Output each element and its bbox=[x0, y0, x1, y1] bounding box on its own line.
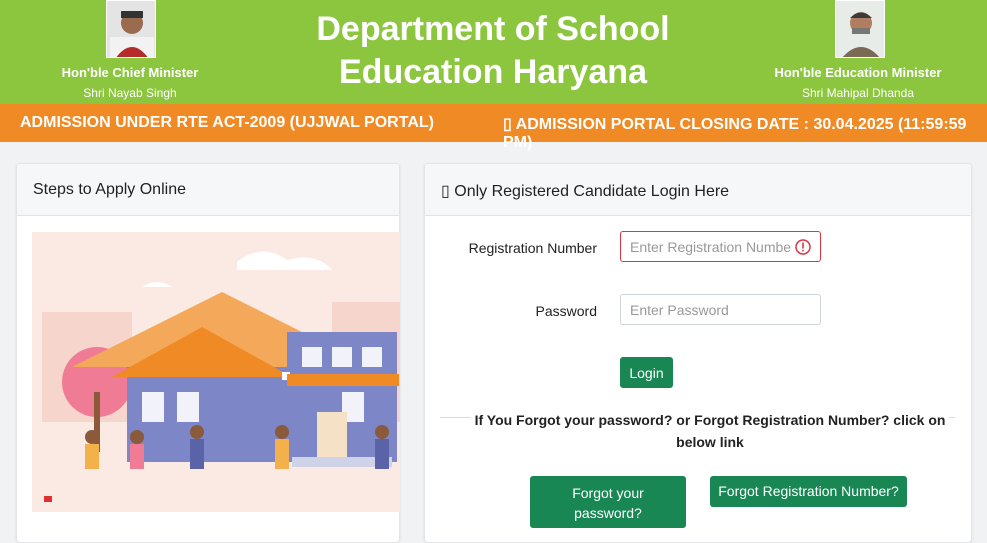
forgot-registration-button[interactable]: Forgot Registration Number? bbox=[710, 476, 907, 507]
forgot-password-line-2: password? bbox=[574, 505, 642, 521]
page-title: Department of School Education Haryana bbox=[293, 8, 693, 94]
title-line-2: Education Haryana bbox=[339, 53, 647, 91]
steps-card-heading: Steps to Apply Online bbox=[17, 164, 399, 216]
forgot-password-line-1: Forgot your bbox=[572, 485, 644, 501]
forgot-note-line-2: below link bbox=[672, 434, 748, 450]
chief-minister-title: Hon'ble Chief Minister bbox=[61, 65, 199, 80]
forgot-note: If You Forgot your password? or Forgot R… bbox=[469, 409, 951, 453]
banner-admission-text: ADMISSION UNDER RTE ACT-2009 (UJJWAL POR… bbox=[20, 114, 434, 131]
registration-number-label: Registration Number bbox=[468, 240, 597, 256]
education-minister-title: Hon'ble Education Minister bbox=[774, 65, 942, 80]
school-illustration bbox=[32, 232, 400, 512]
education-minister-photo bbox=[835, 0, 885, 58]
registration-number-placeholder: Enter Registration Numbe bbox=[630, 239, 792, 255]
forgot-note-line-1: If You Forgot your password? or Forgot R… bbox=[470, 412, 950, 428]
password-label: Password bbox=[535, 303, 597, 319]
password-placeholder: Enter Password bbox=[630, 302, 729, 318]
registration-number-input[interactable]: Enter Registration Numbe bbox=[620, 231, 821, 262]
education-minister-name: Shri Mahipal Dhanda bbox=[801, 86, 915, 100]
login-card-heading: ▯ Only Registered Candidate Login Here bbox=[425, 164, 971, 216]
chief-minister-photo bbox=[106, 0, 156, 58]
login-button[interactable]: Login bbox=[620, 357, 673, 388]
forgot-password-button[interactable]: Forgot your password? bbox=[530, 476, 686, 528]
error-icon bbox=[795, 239, 811, 255]
password-input[interactable]: Enter Password bbox=[620, 294, 821, 325]
title-line-1: Department of School bbox=[316, 10, 670, 48]
admission-banner: ADMISSION UNDER RTE ACT-2009 (UJJWAL POR… bbox=[0, 104, 987, 151]
banner-closing-date: ▯ ADMISSION PORTAL CLOSING DATE : 30.04.… bbox=[503, 116, 967, 151]
site-header: Hon'ble Chief Minister Shri Nayab Singh … bbox=[0, 0, 987, 104]
chief-minister-name: Shri Nayab Singh bbox=[83, 86, 177, 100]
